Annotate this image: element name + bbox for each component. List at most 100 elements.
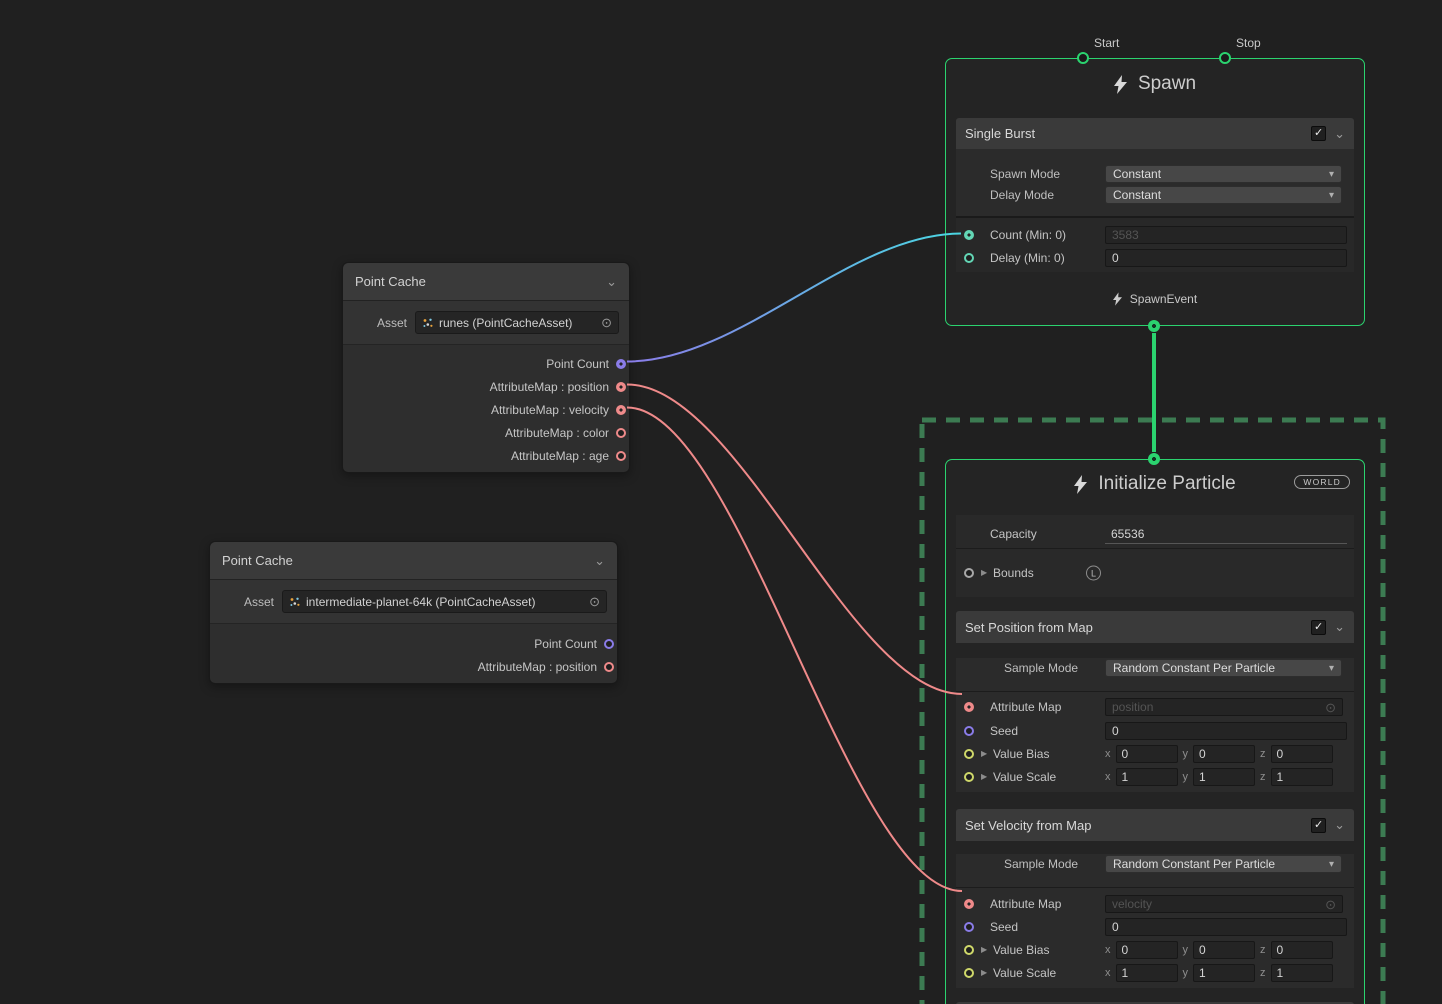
block-enabled-checkbox[interactable] <box>1311 126 1326 141</box>
seed-input-port[interactable] <box>964 726 974 736</box>
value-bias-x-field[interactable]: 0 <box>1116 745 1178 763</box>
vfx-graph-canvas[interactable]: Start Stop Spawn Single Burst Spawn Mode… <box>0 0 1442 1004</box>
delay-input-port[interactable] <box>964 253 974 263</box>
foldout-arrow-icon[interactable] <box>981 773 987 781</box>
chevron-down-icon[interactable] <box>1334 126 1345 142</box>
delay-mode-dropdown[interactable]: Constant <box>1105 186 1342 204</box>
delay-label: Delay (Min: 0) <box>990 251 1065 265</box>
value-bias-y-field[interactable]: 0 <box>1193 941 1255 959</box>
axis-x-label: x <box>1105 748 1111 760</box>
world-space-badge[interactable]: WORLD <box>1294 475 1350 489</box>
attrmap-position-output-port[interactable] <box>604 662 614 672</box>
value-scale-z-field[interactable]: 1 <box>1271 768 1333 786</box>
attribute-map-label: Attribute Map <box>990 700 1061 714</box>
delay-row: Delay (Min: 0) 0 <box>956 246 1354 269</box>
seed-label: Seed <box>990 920 1018 934</box>
value-bias-y-field[interactable]: 0 <box>1193 745 1255 763</box>
seed-field[interactable]: 0 <box>1105 722 1347 740</box>
spawn-mode-label: Spawn Mode <box>990 167 1060 181</box>
point-cache-node-2[interactable]: Point Cache Asset intermediate-planet-64… <box>209 541 618 684</box>
spawn-event-output-port[interactable] <box>1148 320 1160 332</box>
attribute-map-input-port[interactable] <box>964 702 974 712</box>
foldout-arrow-icon[interactable] <box>981 569 987 577</box>
foldout-arrow-icon[interactable] <box>981 750 987 758</box>
edge-position-map[interactable] <box>627 385 962 695</box>
value-bias-z-field[interactable]: 0 <box>1271 941 1333 959</box>
delay-field[interactable]: 0 <box>1105 249 1347 267</box>
foldout-arrow-icon[interactable] <box>981 946 987 954</box>
spawn-context-node[interactable]: Spawn Single Burst Spawn Mode Constant D… <box>945 58 1365 326</box>
bounds-row: Bounds L <box>956 561 1354 585</box>
attrmap-position-output-port[interactable] <box>616 382 626 392</box>
chevron-down-icon[interactable] <box>1334 817 1345 833</box>
chevron-down-icon[interactable] <box>606 274 617 290</box>
sample-mode-dropdown[interactable]: Random Constant Per Particle <box>1105 855 1342 873</box>
value-scale-y-field[interactable]: 1 <box>1193 768 1255 786</box>
axis-x-label: x <box>1105 967 1111 979</box>
set-velocity-block-header[interactable]: Set Velocity from Map <box>956 809 1354 841</box>
set-position-block-header[interactable]: Set Position from Map <box>956 611 1354 643</box>
value-scale-x-field[interactable]: 1 <box>1116 964 1178 982</box>
node-title: Point Cache <box>222 553 293 568</box>
point-cache-asset-icon <box>422 317 434 329</box>
value-scale-input-port[interactable] <box>964 772 974 782</box>
point-count-output-port[interactable] <box>604 639 614 649</box>
axis-x-label: x <box>1105 944 1111 956</box>
initialize-input-port[interactable] <box>1148 453 1160 465</box>
chevron-down-icon[interactable] <box>1334 619 1345 635</box>
flow-input-stop-port[interactable] <box>1219 52 1231 64</box>
capacity-field[interactable]: 65536 <box>1105 525 1347 544</box>
value-bias-input-port[interactable] <box>964 749 974 759</box>
attrmap-color-label: AttributeMap : color <box>505 426 609 440</box>
value-bias-x-field[interactable]: 0 <box>1116 941 1178 959</box>
chevron-down-icon[interactable] <box>594 553 605 569</box>
attribute-map-field[interactable]: velocity <box>1105 895 1343 913</box>
foldout-arrow-icon[interactable] <box>981 969 987 977</box>
value-bias-z-field[interactable]: 0 <box>1271 745 1333 763</box>
value-scale-x-field[interactable]: 1 <box>1116 768 1178 786</box>
edge-velocity-map[interactable] <box>627 408 962 892</box>
initialize-context-node[interactable]: Initialize Particle WORLD Capacity 65536… <box>945 459 1365 1004</box>
attribute-map-input-port[interactable] <box>964 899 974 909</box>
single-burst-block-header[interactable]: Single Burst <box>956 118 1354 149</box>
object-picker-icon[interactable] <box>1325 701 1336 714</box>
count-input-port[interactable] <box>964 230 974 240</box>
asset-object-field[interactable]: runes (PointCacheAsset) <box>415 311 619 334</box>
block-enabled-checkbox[interactable] <box>1311 818 1326 833</box>
flow-input-start-port[interactable] <box>1077 52 1089 64</box>
point-count-output-port[interactable] <box>616 359 626 369</box>
value-scale-input-port[interactable] <box>964 968 974 978</box>
asset-object-field[interactable]: intermediate-planet-64k (PointCacheAsset… <box>282 590 607 613</box>
edge-point-count-to-count[interactable] <box>627 234 961 362</box>
point-cache-1-header[interactable]: Point Cache <box>343 263 629 301</box>
output-row: Point Count <box>343 352 629 375</box>
block-enabled-checkbox[interactable] <box>1311 620 1326 635</box>
flow-label-start: Start <box>1094 36 1119 50</box>
count-field[interactable]: 3583 <box>1105 226 1347 244</box>
attribute-map-field[interactable]: position <box>1105 698 1343 716</box>
sample-mode-dropdown[interactable]: Random Constant Per Particle <box>1105 659 1342 677</box>
value-scale-y-field[interactable]: 1 <box>1193 964 1255 982</box>
seed-input-port[interactable] <box>964 922 974 932</box>
initialize-title: Initialize Particle <box>1098 473 1235 495</box>
spawn-mode-dropdown[interactable]: Constant <box>1105 165 1342 183</box>
bounds-input-port[interactable] <box>964 568 974 578</box>
point-cache-2-header[interactable]: Point Cache <box>210 542 617 580</box>
value-scale-z-field[interactable]: 1 <box>1271 964 1333 982</box>
point-cache-node-1[interactable]: Point Cache Asset runes (PointCacheAsset… <box>342 262 630 473</box>
value-bias-row: Value Bias x 0 y 0 z 0 <box>956 743 1354 765</box>
object-picker-icon[interactable] <box>589 595 600 608</box>
attrmap-velocity-output-port[interactable] <box>616 405 626 415</box>
axis-y-label: y <box>1183 944 1189 956</box>
asset-value: runes (PointCacheAsset) <box>439 316 572 330</box>
object-picker-icon[interactable] <box>1325 898 1336 911</box>
local-space-icon[interactable]: L <box>1086 566 1101 581</box>
attrmap-color-output-port[interactable] <box>616 428 626 438</box>
output-row: AttributeMap : position <box>210 655 617 678</box>
sample-mode-row: Sample Mode Random Constant Per Particle <box>956 658 1354 678</box>
attrmap-age-output-port[interactable] <box>616 451 626 461</box>
seed-field[interactable]: 0 <box>1105 918 1347 936</box>
value-bias-label: Value Bias <box>993 747 1049 761</box>
value-bias-input-port[interactable] <box>964 945 974 955</box>
object-picker-icon[interactable] <box>601 316 612 329</box>
